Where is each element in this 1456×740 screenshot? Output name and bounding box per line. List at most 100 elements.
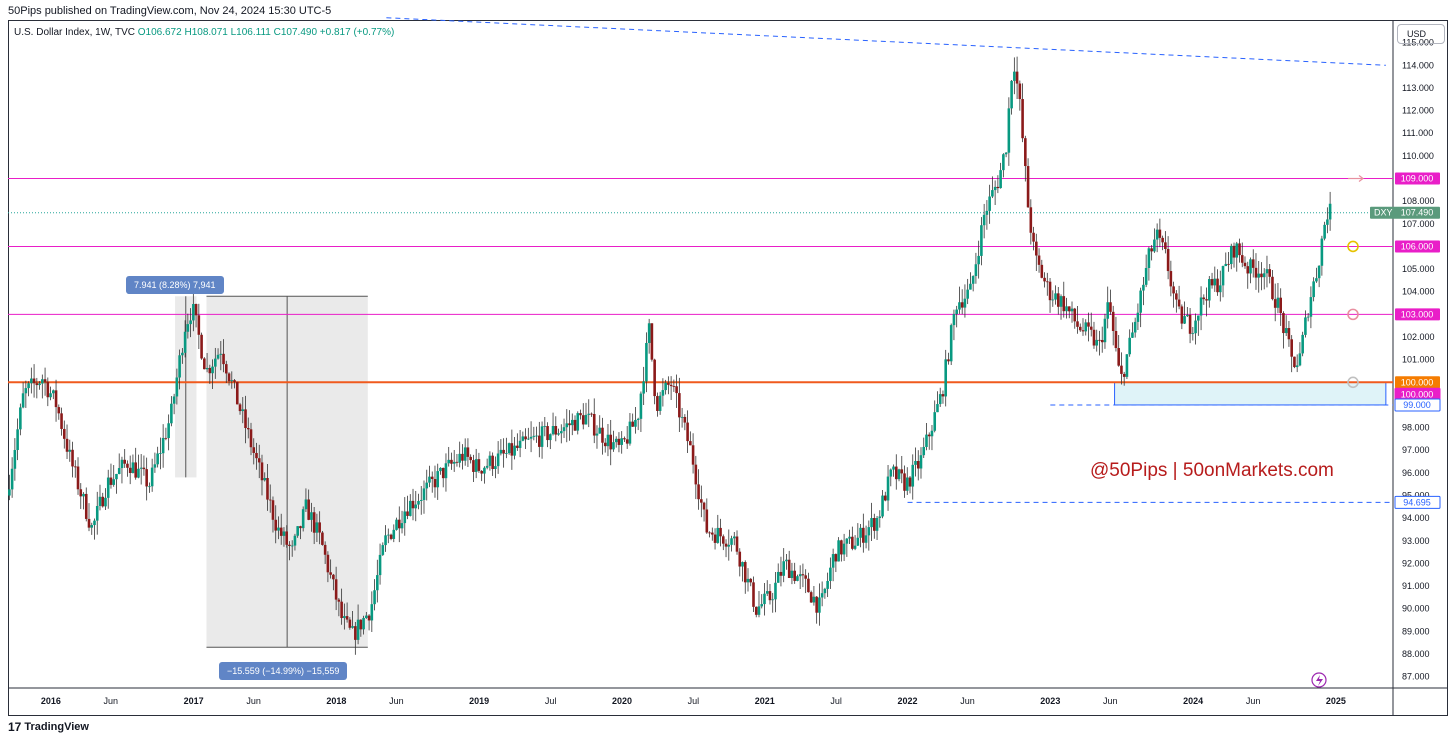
candle-body: [955, 309, 958, 315]
candle-body: [1221, 266, 1225, 286]
chart-svg[interactable]: 87.000 88.000 89.000 90.000 91.000 92.000 93.0…: [0, 0, 1456, 740]
candle-body: [461, 453, 464, 461]
candle-body: [1279, 297, 1282, 314]
candle-body: [334, 579, 338, 600]
candle-body: [474, 459, 478, 472]
candle-body: [1240, 255, 1244, 263]
candle-body: [1018, 83, 1022, 100]
candle-body: [785, 559, 788, 562]
y-tick-label: 113.000: [1402, 83, 1434, 93]
candle-body: [183, 331, 187, 353]
candle-body: [257, 458, 261, 463]
candle-body: [746, 578, 750, 583]
y-tick-label: 97.000: [1402, 445, 1430, 455]
candle-body: [395, 519, 398, 530]
candle-body: [820, 593, 824, 598]
measure-label-top: 7.941 (8.28%) 7,941: [126, 276, 224, 294]
candle-body: [224, 364, 228, 374]
candle-body: [590, 413, 593, 415]
candle-body: [705, 509, 709, 533]
candle-body: [252, 447, 256, 453]
candle-body: [93, 520, 96, 526]
candle-body: [1054, 293, 1057, 300]
candle-body: [730, 538, 733, 545]
candle-body: [60, 413, 63, 429]
candle-body: [1089, 326, 1093, 330]
y-tick-label: 96.000: [1402, 468, 1430, 478]
candle-body: [354, 626, 357, 640]
open-value: O106.672: [137, 27, 182, 38]
candle-body: [845, 538, 849, 544]
candle-body: [1144, 268, 1148, 285]
candle-body: [634, 419, 637, 427]
candle-body: [702, 502, 706, 510]
candle-body: [112, 479, 116, 485]
candle-body: [16, 429, 19, 451]
candle-body: [293, 535, 297, 546]
candle-body: [796, 576, 799, 581]
candle-body: [1293, 356, 1296, 368]
candle-body: [1205, 299, 1208, 301]
candle-body: [1150, 248, 1153, 252]
candle-body: [840, 540, 843, 555]
candle-body: [307, 499, 310, 520]
candle-body: [1276, 297, 1280, 308]
candle-body: [518, 440, 522, 448]
candle-body: [952, 314, 956, 326]
candle-body: [348, 619, 352, 628]
candle-body: [664, 382, 667, 391]
candle-body: [628, 421, 632, 444]
candle-body: [38, 383, 41, 386]
candle-body: [104, 497, 107, 507]
candle-body: [205, 367, 209, 370]
candle-body: [1032, 232, 1035, 242]
candle-body: [255, 452, 258, 459]
y-tick-label: 90.000: [1402, 604, 1430, 614]
candle-body: [623, 438, 626, 440]
candle-body: [1021, 99, 1024, 139]
y-tick-label: 112.000: [1402, 106, 1434, 116]
candle-body: [732, 536, 736, 539]
candle-body: [771, 599, 775, 601]
currency-button[interactable]: USD: [1397, 24, 1445, 44]
candle-body: [738, 551, 742, 567]
candle-body: [719, 527, 722, 537]
y-tick-label: 87.000: [1402, 672, 1430, 682]
candle-body: [439, 467, 442, 472]
candle-body: [95, 505, 99, 521]
candle-body: [186, 324, 190, 332]
candle-body: [430, 476, 434, 480]
candle-body: [370, 604, 374, 621]
tradingview-brand: TradingView: [24, 721, 89, 733]
candle-body: [376, 575, 379, 591]
candle-body: [812, 596, 816, 603]
candle-body: [1213, 278, 1217, 286]
candle-body: [543, 426, 547, 427]
candle-body: [49, 393, 52, 398]
candle-body: [216, 354, 220, 359]
candle-body: [447, 459, 451, 464]
candle-body: [41, 379, 44, 384]
candle-body: [650, 323, 654, 360]
y-tick-label: 88.000: [1402, 649, 1430, 659]
candle-body: [30, 378, 33, 384]
candle-body: [414, 504, 418, 509]
candle-body: [455, 461, 459, 463]
candle-body: [499, 449, 503, 454]
candle-body: [68, 449, 72, 452]
level-price-tag: 100.000: [1401, 377, 1434, 387]
candle-body: [914, 461, 917, 465]
candle-body: [194, 303, 198, 316]
candle-body: [683, 416, 687, 423]
candle-body: [878, 516, 882, 518]
candle-body: [1216, 278, 1219, 293]
candle-body: [944, 359, 948, 397]
support-zone: [1114, 381, 1387, 406]
candle-body: [43, 379, 47, 382]
candle-body: [938, 394, 942, 405]
candle-body: [982, 214, 986, 226]
tradingview-logo[interactable]: 17 TradingView: [8, 720, 89, 734]
candle-body: [1136, 312, 1140, 322]
candle-body: [266, 478, 269, 500]
candle-body: [977, 255, 980, 265]
